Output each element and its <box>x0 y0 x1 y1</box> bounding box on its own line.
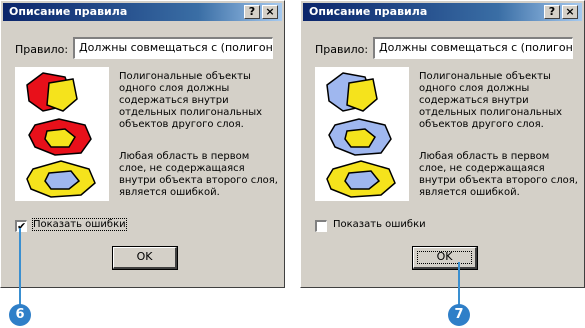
ok-button[interactable]: OK <box>412 246 478 270</box>
help-button[interactable]: ? <box>244 5 260 19</box>
callout-leader-line <box>19 228 21 308</box>
callout-marker: 6 <box>9 304 31 326</box>
show-errors-checkbox[interactable]: ✔ <box>15 220 27 232</box>
rule-illustration-graphic <box>26 72 96 198</box>
rule-illustration <box>315 67 409 201</box>
rule-label: Правило: <box>315 43 369 56</box>
rule-illustration <box>15 67 109 201</box>
show-errors-label[interactable]: Показать ошибки <box>32 218 127 231</box>
description-text-2: Любая область в первом слое, не содержащ… <box>119 151 278 198</box>
close-button[interactable]: × <box>262 5 278 19</box>
description-text-2: Любая область в первом слое, не содержащ… <box>419 151 578 198</box>
description-text-1: Полигональные объекты одного слоя должны… <box>119 71 263 130</box>
help-button[interactable]: ? <box>544 5 560 19</box>
title-bar: Описание правила ? × <box>3 3 282 21</box>
title-bar: Описание правила ? × <box>303 3 582 21</box>
callout-leader-line <box>458 262 460 308</box>
show-errors-checkbox[interactable] <box>315 220 327 232</box>
description-text-1: Полигональные объекты одного слоя должны… <box>419 71 563 130</box>
dialog-title: Описание правила <box>309 5 428 18</box>
rule-field[interactable]: Должны совмещаться с (полигон,по <box>373 37 573 59</box>
rule-description-dialog: Описание правила ? × Правило: Должны сов… <box>0 0 285 288</box>
dialog-title: Описание правила <box>9 5 128 18</box>
callout-marker: 7 <box>448 304 470 326</box>
rule-label: Правило: <box>15 43 69 56</box>
rule-description-dialog: Описание правила ? × Правило: Должны сов… <box>300 0 585 288</box>
rule-field[interactable]: Должны совмещаться с (полигон,по <box>73 37 273 59</box>
ok-button-label: OK <box>136 250 153 263</box>
ok-button[interactable]: OK <box>112 246 178 270</box>
close-button[interactable]: × <box>562 5 578 19</box>
ok-button-focus-ring <box>417 251 472 264</box>
show-errors-label[interactable]: Показать ошибки <box>333 219 426 230</box>
rule-illustration-graphic <box>326 72 396 198</box>
